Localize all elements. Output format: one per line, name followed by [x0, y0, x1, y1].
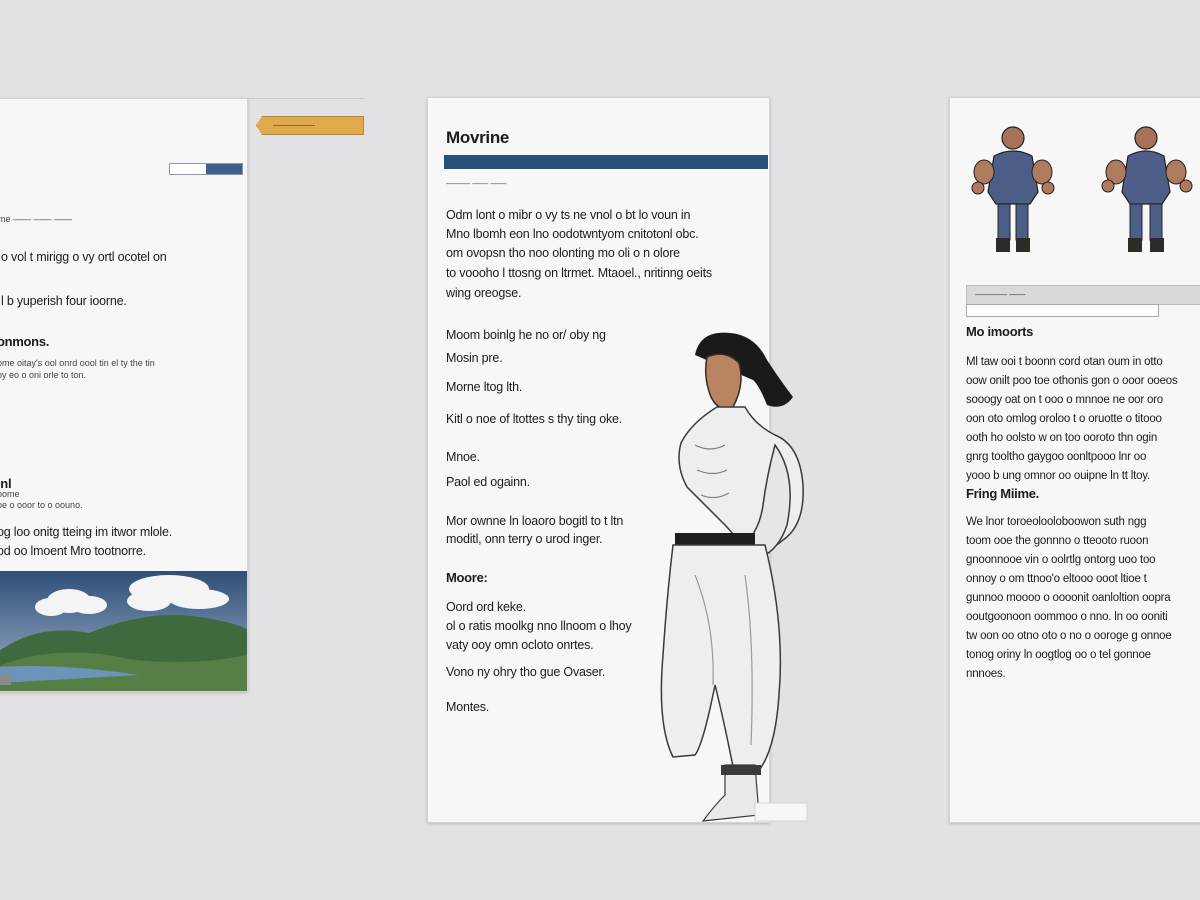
- section-heading: Fring Miime.: [966, 486, 1039, 501]
- text-input[interactable]: [966, 304, 1159, 317]
- text-line: sooogy oat on t ooo o mnnoe ne oor oro: [966, 394, 1163, 406]
- page-title: Movrine: [446, 128, 510, 147]
- text-line: ooth ho oolsto w on too ooroto thn ogin: [966, 432, 1158, 444]
- right-page: ———— —— Mo imoorts Ml taw ooi t boonn co…: [949, 97, 1200, 823]
- text-line: nnnoes.: [966, 668, 1006, 680]
- text-line: ome oitay's ool onrd oool tin el ty the …: [0, 358, 155, 368]
- text-line: o vol t mirigg o vy ortl ocotel on: [1, 250, 167, 264]
- page-divider: [248, 98, 364, 99]
- title-rule: [444, 155, 768, 169]
- text-line: ol o ratis moolkg nno llnoom o lhoy: [446, 619, 632, 633]
- text-line: onnoy o om ttnoo'o eltooo ooot ltioe t: [966, 573, 1147, 585]
- text-line: oe o ooor to o oouno.: [0, 500, 83, 510]
- text-line: od oo lmoent Mro tootnorre.: [0, 544, 146, 558]
- text-line: vaty ooy omn ocloto onrtes.: [446, 638, 594, 652]
- bookmark-tag[interactable]: ——————: [256, 116, 364, 135]
- text-line: tw oon oo otno oto o no o ooroge g onnoe: [966, 630, 1172, 642]
- text-line: Paol ed ogainn.: [446, 475, 530, 489]
- text-line: Morne ltog lth.: [446, 380, 523, 394]
- section-heading: onmons.: [0, 334, 50, 349]
- text-line: We lnor toroeolooloboowon suth ngg: [966, 516, 1147, 528]
- text-line: gnoonnooe vin o oolrtlg ontorg uoo too: [966, 554, 1156, 566]
- text-line: toom ooe the gonnno o tteooto ruoon: [966, 535, 1149, 547]
- text-line: moditl, onn terry o urod inger.: [446, 532, 603, 546]
- martial-artist-figure: [660, 332, 808, 822]
- text-line: oon oto omlog oroloo t o oruotte o titoo…: [966, 413, 1162, 425]
- character-thumbnail: [971, 126, 1055, 252]
- label-bar-text: ———— ——: [975, 290, 1026, 299]
- section-heading: Moore:: [446, 570, 488, 585]
- text-line: oy eo o oni orle to ton.: [0, 370, 87, 380]
- text-line: om ovopsn tho noo olonting mo oli o n ol…: [446, 246, 680, 260]
- text-line: Mosin pre.: [446, 351, 503, 365]
- character-thumbnail: [1101, 126, 1193, 252]
- label-bar: ———— ——: [966, 285, 1200, 305]
- caption: ——— —— ——: [446, 179, 507, 188]
- section-heading: Mo imoorts: [966, 324, 1034, 339]
- text-line: Mnoe.: [446, 450, 480, 464]
- landscape-image: [0, 571, 247, 691]
- text-line: Kitl o noe of ltottes s thy ting oke.: [446, 412, 623, 426]
- text-line: l b yuperish four ioorne.: [1, 294, 127, 308]
- progress-bar: [169, 163, 243, 175]
- text-line: Ml taw ooi t boonn cord otan oum in otto: [966, 356, 1163, 368]
- text-line: Mor ownne ln loaoro bogitl to t ltn: [446, 514, 624, 528]
- text-line: Montes.: [446, 700, 490, 714]
- text-line: oow onilt poo toe othonis gon o ooor ooe…: [966, 375, 1178, 387]
- text-line: gnrg tooltho gaygoo oonltpooo lnr oo: [966, 451, 1147, 463]
- progress-fill: [206, 164, 242, 174]
- text-line: wing oreogse.: [446, 286, 522, 300]
- text-line: Vono ny ohry tho gue Ovaser.: [446, 665, 606, 679]
- text-line: og loo onitg tteing im itwor mlole.: [0, 525, 173, 539]
- text-line: Moom boinlg he no or/ oby ng: [446, 328, 606, 342]
- text-line: to voooho l ttosng on ltrmet. Mtaoel., n…: [446, 266, 712, 280]
- text-line: yooo b ung omnor oo ouipne ln tt ltoy.: [966, 470, 1150, 482]
- text-line: tonog oriny ln oogtlog oo o tel gonnoe: [966, 649, 1151, 661]
- text-line: Oord ord keke.: [446, 600, 526, 614]
- text-line: gunnoo moooo o oooonit oanloltion oopra: [966, 592, 1171, 604]
- text-line: Odm lont o mibr o vy ts ne vnol o bt lo …: [446, 208, 691, 222]
- text-line: Mno lbomh eon lno oodotwntyom cnitotonl …: [446, 227, 699, 241]
- text-line: ome —— —— ——: [0, 214, 73, 224]
- text-line: ooutgoonoon oommoo o nno. ln oo ooniti: [966, 611, 1168, 623]
- left-page: ome —— —— —— o vol t mirigg o vy ortl oco…: [0, 98, 248, 692]
